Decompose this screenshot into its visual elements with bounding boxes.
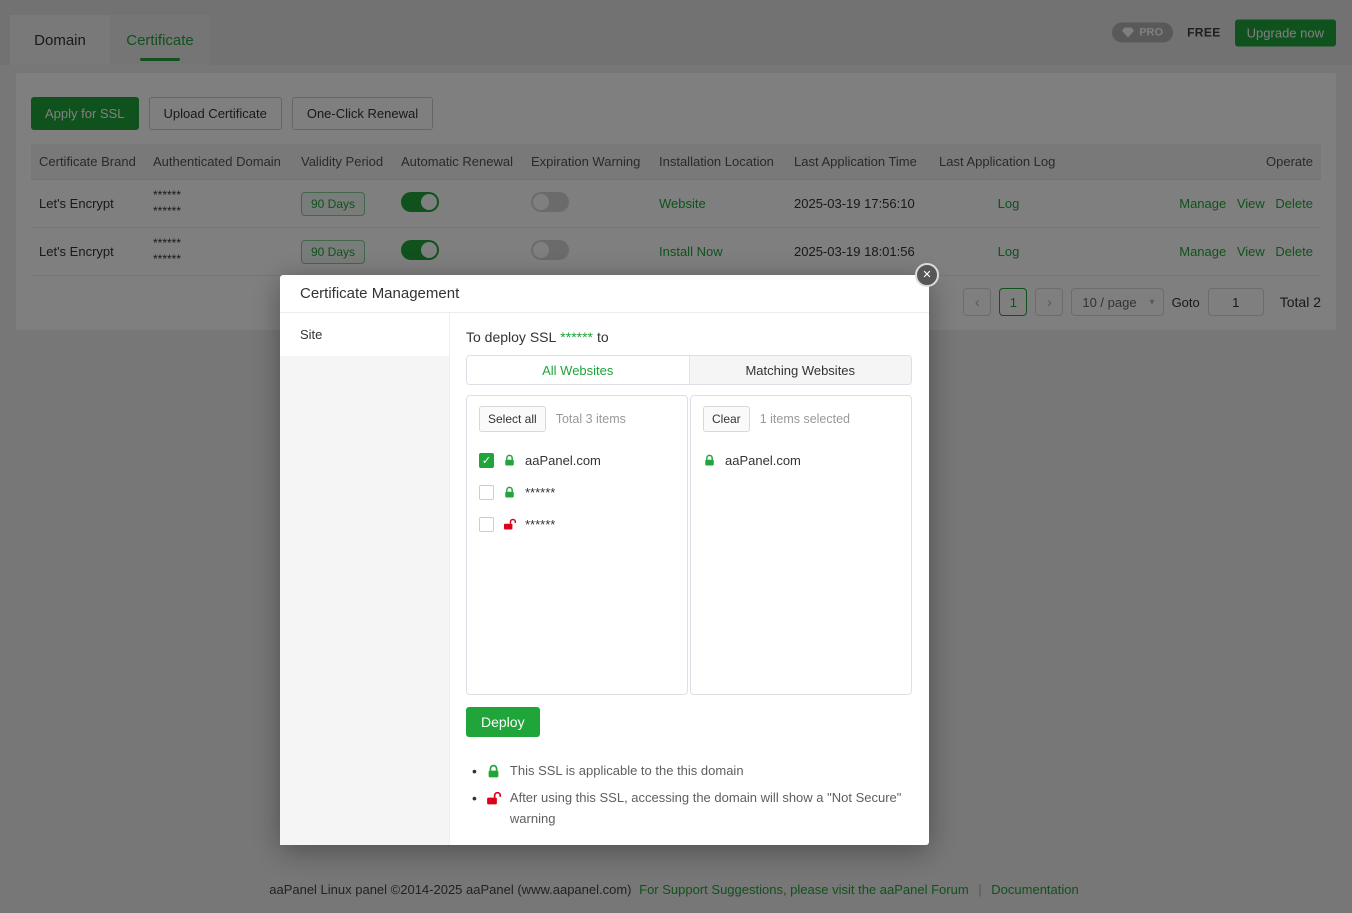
modal-title: Certificate Management: [280, 275, 929, 313]
source-panel-header: Select all Total 3 items: [479, 406, 675, 432]
lock-open-icon: [503, 518, 516, 531]
clear-button[interactable]: Clear: [703, 406, 750, 432]
modal-overlay: ✕ Certificate Management Site To deploy …: [0, 0, 1352, 913]
target-panel-header: Clear 1 items selected: [703, 406, 899, 432]
sidebar-filler: [280, 356, 449, 845]
note-secure: • This SSL is applicable to the this dom…: [472, 761, 912, 782]
modal-body: Site To deploy SSL******to All Websites …: [280, 313, 929, 845]
deploy-domain: ******: [560, 329, 593, 345]
deploy-suffix: to: [597, 329, 609, 345]
checkbox-unchecked[interactable]: [479, 485, 494, 500]
checkbox-checked[interactable]: [479, 453, 494, 468]
lock-closed-icon: [503, 454, 516, 467]
select-all-button[interactable]: Select all: [479, 406, 546, 432]
list-item[interactable]: aaPanel.com: [479, 444, 675, 476]
modal-sidebar: Site: [280, 313, 450, 845]
site-label: aaPanel.com: [725, 453, 801, 468]
website-filter-tabs: All Websites Matching Websites: [466, 355, 912, 385]
checkbox-unchecked[interactable]: [479, 517, 494, 532]
certificate-management-modal: ✕ Certificate Management Site To deploy …: [280, 275, 929, 845]
list-item: aaPanel.com: [703, 444, 899, 476]
tab-all-websites[interactable]: All Websites: [467, 356, 689, 384]
close-icon[interactable]: ✕: [915, 263, 939, 287]
target-summary: 1 items selected: [760, 412, 850, 426]
lock-open-icon: [486, 791, 501, 806]
bullet-icon: •: [472, 761, 477, 782]
list-item[interactable]: ******: [479, 476, 675, 508]
deploy-button[interactable]: Deploy: [466, 707, 540, 737]
ssl-notes: • This SSL is applicable to the this dom…: [466, 761, 912, 830]
lock-closed-icon: [703, 454, 716, 467]
lock-closed-icon: [503, 486, 516, 499]
deploy-prefix: To deploy SSL: [466, 329, 556, 345]
source-panel: Select all Total 3 items aaPanel.com ***…: [466, 395, 688, 695]
list-item[interactable]: ******: [479, 508, 675, 540]
website-transfer: Select all Total 3 items aaPanel.com ***…: [466, 395, 912, 695]
source-summary: Total 3 items: [556, 412, 626, 426]
site-label: ******: [525, 517, 555, 532]
site-label: aaPanel.com: [525, 453, 601, 468]
sidebar-item-site[interactable]: Site: [280, 313, 449, 356]
modal-content: To deploy SSL******to All Websites Match…: [450, 313, 929, 845]
bullet-icon: •: [472, 788, 477, 809]
lock-closed-icon: [486, 764, 501, 779]
note-not-secure: • After using this SSL, accessing the do…: [472, 788, 912, 830]
target-panel: Clear 1 items selected aaPanel.com: [690, 395, 912, 695]
site-label: ******: [525, 485, 555, 500]
tab-matching-websites[interactable]: Matching Websites: [689, 356, 912, 384]
note-text: This SSL is applicable to the this domai…: [510, 761, 912, 782]
deploy-instruction: To deploy SSL******to: [466, 329, 912, 345]
note-text: After using this SSL, accessing the doma…: [510, 788, 912, 830]
